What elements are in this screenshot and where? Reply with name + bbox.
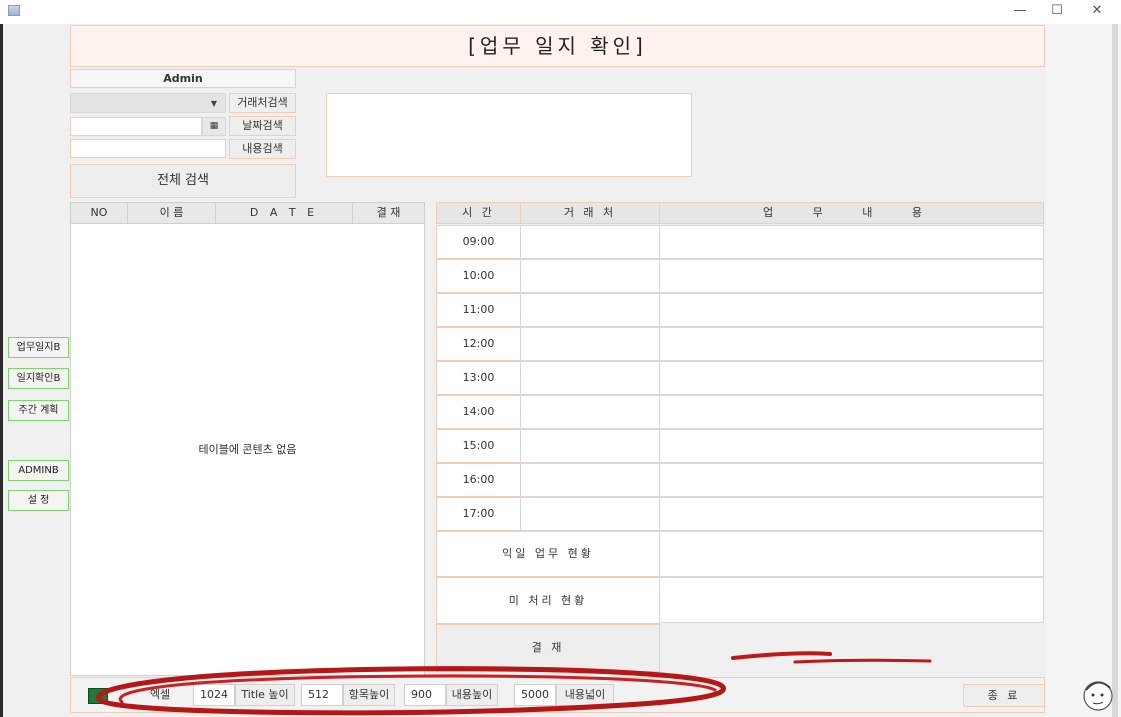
content-width-label: 내용넓이 bbox=[556, 684, 614, 706]
scrollbar-track[interactable] bbox=[1112, 24, 1118, 717]
avatar bbox=[1083, 681, 1113, 711]
time-slot-label: 14:00 bbox=[436, 395, 521, 429]
window-left-edge bbox=[0, 24, 3, 717]
column-header-work-content: 업 무 내 용 bbox=[659, 202, 1044, 224]
work-content-cell[interactable] bbox=[659, 361, 1044, 395]
client-cell[interactable] bbox=[520, 497, 660, 531]
client-cell[interactable] bbox=[520, 361, 660, 395]
excel-export-button[interactable]: 엑셀 bbox=[138, 685, 182, 707]
content-search-field[interactable] bbox=[70, 139, 226, 158]
nav-weekly-plan-button[interactable]: 주간 계획 bbox=[8, 400, 69, 421]
memo-area[interactable] bbox=[326, 93, 692, 177]
column-header-approval[interactable]: 결 재 bbox=[353, 203, 424, 223]
pending-work-label: 미 처리 현황 bbox=[436, 577, 660, 624]
content-height-field[interactable]: 900 bbox=[404, 684, 446, 706]
content-width-field[interactable]: 5000 bbox=[514, 684, 556, 706]
next-day-work-label: 익일 업무 현황 bbox=[436, 531, 660, 577]
app-icon bbox=[8, 5, 20, 16]
content-search-button[interactable]: 내용검색 bbox=[229, 139, 296, 159]
title-height-label: Title 높이 bbox=[235, 684, 295, 706]
column-header-client: 거 래 처 bbox=[520, 202, 660, 224]
time-slot-label: 17:00 bbox=[436, 497, 521, 531]
empty-table-message: 테이블에 콘텐츠 없음 bbox=[198, 443, 297, 456]
journal-list-table[interactable]: NO 이 름 D A T E 결 재 테이블에 콘텐츠 없음 bbox=[70, 202, 425, 676]
time-slot-label: 13:00 bbox=[436, 361, 521, 395]
work-content-cell[interactable] bbox=[659, 293, 1044, 327]
time-slot-label: 15:00 bbox=[436, 429, 521, 463]
client-cell[interactable] bbox=[520, 293, 660, 327]
minimize-button[interactable]: — bbox=[1003, 0, 1037, 24]
time-slot-label: 11:00 bbox=[436, 293, 521, 327]
content-height-label: 내용높이 bbox=[446, 684, 498, 706]
search-all-button[interactable]: 전체 검색 bbox=[70, 164, 296, 198]
client-search-button[interactable]: 거래처검색 bbox=[229, 93, 296, 113]
client-cell[interactable] bbox=[520, 259, 660, 293]
work-content-cell[interactable] bbox=[659, 395, 1044, 429]
work-content-cell[interactable] bbox=[659, 429, 1044, 463]
nav-work-journal-button[interactable]: 업무일지B bbox=[8, 337, 69, 358]
time-slot-label: 09:00 bbox=[436, 225, 521, 259]
time-slot-label: 16:00 bbox=[436, 463, 521, 497]
client-cell[interactable] bbox=[520, 225, 660, 259]
client-cell[interactable] bbox=[520, 327, 660, 361]
column-header-date[interactable]: D A T E bbox=[216, 203, 353, 223]
nav-settings-button[interactable]: 설 정 bbox=[8, 490, 69, 511]
approve-button[interactable]: 결 재 bbox=[436, 624, 660, 672]
close-window-button[interactable]: ✕ bbox=[1080, 0, 1114, 24]
client-combobox[interactable]: ▼ bbox=[70, 93, 226, 113]
column-header-no[interactable]: NO bbox=[71, 203, 128, 223]
exit-button[interactable]: 종 료 bbox=[963, 684, 1045, 707]
nav-journal-check-button[interactable]: 일지확인B bbox=[8, 368, 69, 389]
work-content-cell[interactable] bbox=[659, 327, 1044, 361]
right-margin bbox=[1046, 24, 1121, 717]
column-header-name[interactable]: 이 름 bbox=[128, 203, 216, 223]
nav-admin-button[interactable]: ADMINB bbox=[8, 460, 69, 481]
user-label: Admin bbox=[70, 69, 296, 88]
maximize-button[interactable]: ☐ bbox=[1040, 0, 1074, 24]
client-cell[interactable] bbox=[520, 463, 660, 497]
client-cell[interactable] bbox=[520, 429, 660, 463]
date-search-button[interactable]: 날짜검색 bbox=[229, 116, 296, 136]
item-height-field[interactable]: 512 bbox=[301, 684, 343, 706]
work-content-cell[interactable] bbox=[659, 225, 1044, 259]
time-slot-label: 10:00 bbox=[436, 259, 521, 293]
time-slot-label: 12:00 bbox=[436, 327, 521, 361]
next-day-work-field[interactable] bbox=[659, 531, 1044, 577]
work-content-cell[interactable] bbox=[659, 497, 1044, 531]
excel-icon[interactable] bbox=[88, 688, 108, 704]
work-content-cell[interactable] bbox=[659, 463, 1044, 497]
date-field[interactable] bbox=[70, 117, 202, 136]
title-bar bbox=[0, 0, 1121, 24]
item-height-label: 항목높이 bbox=[343, 684, 395, 706]
pending-work-field[interactable] bbox=[659, 577, 1044, 623]
calendar-icon[interactable]: ▦ bbox=[202, 117, 226, 136]
table-header: NO 이 름 D A T E 결 재 bbox=[71, 203, 424, 224]
column-header-time: 시 간 bbox=[436, 202, 521, 224]
title-height-field[interactable]: 1024 bbox=[193, 684, 235, 706]
work-content-cell[interactable] bbox=[659, 259, 1044, 293]
client-cell[interactable] bbox=[520, 395, 660, 429]
chevron-down-icon: ▼ bbox=[210, 99, 217, 108]
page-title: [업무 일지 확인] bbox=[70, 25, 1045, 67]
